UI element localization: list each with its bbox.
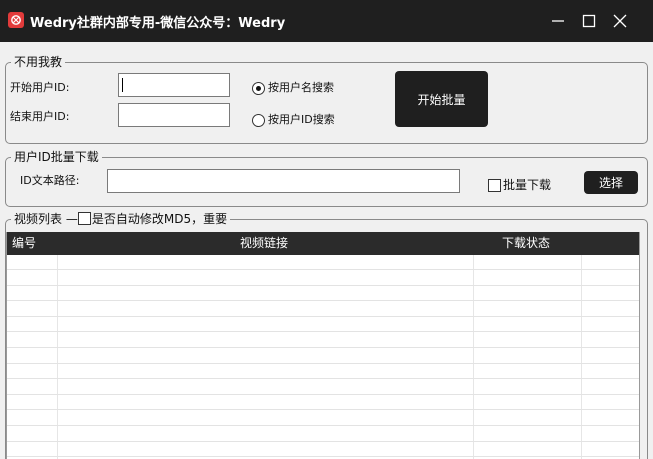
table-row — [7, 349, 639, 364]
end-id-label: 结束用户ID: — [10, 110, 70, 123]
maximize-button[interactable] — [576, 8, 602, 34]
batch-download-checkbox[interactable]: 批量下载 — [488, 177, 551, 193]
video-list-title: 视频列表 — [14, 212, 63, 226]
video-table[interactable]: 编号 视频链接 下载状态 — [6, 232, 640, 459]
table-row — [7, 333, 639, 348]
table-row — [7, 427, 639, 442]
column-header-download-status[interactable]: 下载状态 — [502, 232, 550, 255]
table-row — [7, 380, 639, 395]
table-row — [7, 286, 639, 302]
start-batch-button[interactable]: 开始批量 — [395, 71, 488, 127]
id-path-input[interactable] — [107, 169, 460, 193]
table-row — [7, 302, 639, 317]
text-caret — [122, 78, 123, 92]
radio-selected-icon — [252, 82, 265, 95]
table-row — [7, 255, 639, 270]
app-logo-icon — [8, 12, 24, 28]
minimize-button[interactable] — [545, 8, 571, 34]
start-id-input[interactable] — [118, 73, 230, 97]
title-bar: Wedry社群内部专用-微信公众号：Wedry — [0, 0, 653, 42]
select-file-button[interactable]: 选择 — [584, 171, 638, 194]
group-batch-download-title: 用户ID批量下载 — [11, 149, 102, 165]
checkbox-unchecked-icon — [488, 179, 501, 192]
end-id-input[interactable] — [118, 103, 230, 127]
title-dash: — — [65, 212, 78, 226]
table-row — [7, 317, 639, 333]
maximize-icon — [582, 14, 596, 28]
close-icon — [613, 14, 627, 28]
minimize-icon — [552, 20, 564, 22]
table-row — [7, 271, 639, 286]
md5-checkbox[interactable] — [77, 212, 91, 225]
close-button[interactable] — [607, 8, 633, 34]
md5-checkbox-label: 是否自动修改MD5，重要 — [91, 212, 228, 226]
column-header-number[interactable]: 编号 — [12, 232, 36, 255]
group-video-list-title: 视频列表 — 是否自动修改MD5，重要 — [11, 211, 231, 227]
table-row — [7, 395, 639, 411]
radio-unselected-icon — [252, 114, 265, 127]
table-body — [7, 255, 639, 459]
window-title: Wedry社群内部专用-微信公众号：Wedry — [30, 16, 286, 31]
table-header: 编号 视频链接 下载状态 — [7, 232, 639, 255]
table-row — [7, 411, 639, 426]
table-row — [7, 442, 639, 458]
id-path-label: ID文本路径: — [20, 174, 80, 187]
column-header-video-link[interactable]: 视频链接 — [240, 232, 288, 255]
start-id-label: 开始用户ID: — [10, 81, 70, 94]
table-row — [7, 364, 639, 380]
group-id-range: 不用我教 — [5, 54, 648, 144]
group-id-range-title: 不用我教 — [11, 54, 66, 70]
radio-search-by-userid[interactable]: 按用户ID搜索 — [252, 112, 335, 128]
radio-search-by-username[interactable]: 按用户名搜索 — [252, 80, 334, 96]
